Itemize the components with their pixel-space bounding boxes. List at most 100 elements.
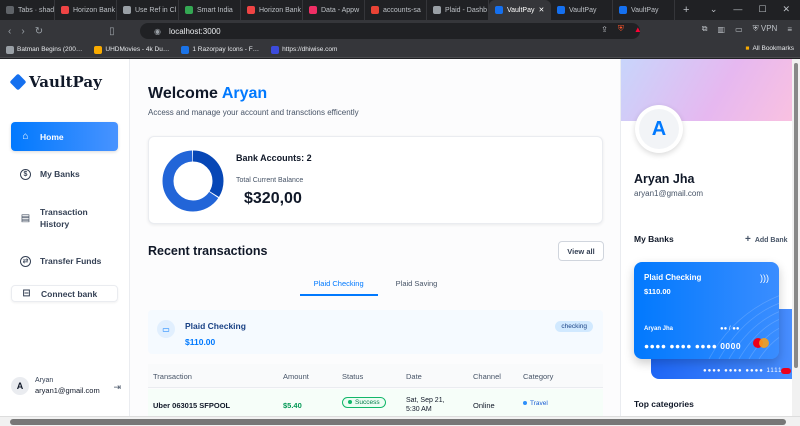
tab-plaid-checking[interactable]: Plaid Checking (299, 275, 378, 296)
vpn-button[interactable]: ⛨ VPN (753, 24, 778, 34)
tab-favicon-icon (557, 6, 565, 14)
sidebar-item-label-2: History (40, 219, 70, 229)
status-badge: Success (342, 397, 386, 408)
tab-title: VaultPay (631, 6, 659, 14)
browser-tab[interactable]: Horizon Bank (55, 0, 117, 20)
transaction-date: Sat, Sep 21, 5:30 AM (406, 396, 445, 414)
receipt-icon: ▤ (20, 212, 31, 224)
brave-shield-icon[interactable]: ⛨ (618, 24, 624, 34)
sidebar-item-transfer-funds[interactable]: ⇄ Transfer Funds (11, 248, 118, 274)
transaction-date-line2: 5:30 AM (406, 406, 432, 413)
transaction-channel: Online (473, 401, 495, 410)
bookmark-favicon-icon (6, 45, 14, 54)
bookmark-label: https://dhiwise.com (282, 46, 338, 53)
sidebar-item-my-banks[interactable]: $ My Banks (11, 161, 118, 187)
bank-card[interactable]: Plaid Checking $110.00 ))) Aryan Jha ●● … (634, 262, 779, 359)
back-icon[interactable]: ‹ (8, 26, 11, 37)
card-number: ●●●● ●●●● ●●●● 1111 (703, 368, 783, 374)
bookmark-item[interactable]: UHDMovies - 4k Du… (88, 45, 175, 54)
tab-title: Plaid - Dashb (445, 6, 488, 14)
bookmark-item[interactable]: Batman Begins (200… (0, 45, 88, 54)
total-balance-value: $320,00 (244, 190, 302, 207)
browser-tab[interactable]: VaultPay ✕ (489, 0, 551, 20)
brand-logo[interactable]: VaultPay (9, 73, 102, 91)
tab-title: Data - Appw (321, 6, 360, 14)
bank-tabs: Plaid Checking Plaid Saving (148, 275, 603, 296)
connect-bank-icon: ⊟ (22, 288, 31, 299)
reload-icon[interactable]: ↻ (35, 26, 43, 37)
maximize-icon[interactable]: ☐ (758, 4, 766, 15)
home-icon: ⌂ (22, 131, 29, 142)
vertical-scrollbar[interactable] (792, 59, 800, 416)
card-bank-name: Plaid Checking (644, 273, 702, 282)
connect-bank-label: Connect bank (41, 288, 98, 299)
table-row[interactable]: Uber 063015 SFPOOL $5.40 Success Sat, Se… (148, 389, 603, 416)
horizontal-scrollbar-thumb[interactable] (10, 419, 786, 425)
tab-title: Smart India (197, 6, 233, 14)
url-input[interactable]: ◉ localhost:3000 (140, 23, 640, 39)
menu-icon[interactable]: ≡ (787, 25, 792, 34)
browser-tab[interactable]: Horizon Bank (241, 0, 303, 20)
top-categories-title: Top categories (634, 399, 694, 409)
profile-name: Aryan Jha (634, 172, 695, 186)
minimize-icon[interactable]: — (733, 4, 742, 15)
connect-bank-button[interactable]: ⊟ Connect bank (11, 285, 118, 302)
card-expiry: ●● / ●● (720, 326, 740, 332)
transaction-name: Uber 063015 SFPOOL (153, 401, 231, 410)
user-name: Aryan (35, 377, 54, 384)
all-bookmarks[interactable]: ■ All Bookmarks (746, 45, 794, 52)
folder-icon: ■ (745, 45, 750, 52)
browser-tab[interactable]: Data - Appw (303, 0, 365, 20)
my-banks-title: My Banks (634, 234, 674, 244)
page-title: Welcome Aryan (148, 85, 267, 103)
site-info-icon[interactable]: ◉ (154, 27, 161, 36)
browser-tab[interactable]: VaultPay (613, 0, 675, 20)
column-header: Date (406, 372, 422, 381)
tab-plaid-saving[interactable]: Plaid Saving (382, 275, 452, 296)
add-bank-button[interactable]: + Add Bank (745, 234, 788, 245)
profile-avatar[interactable]: A (635, 105, 683, 153)
bookmark-item[interactable]: 1 Razorpay Icons - F… (175, 45, 265, 54)
transaction-amount: $5.40 (283, 401, 302, 410)
bookmark-label: 1 Razorpay Icons - F… (192, 46, 260, 53)
sidebar-item-transaction-history[interactable]: ▤ Transaction History (11, 202, 118, 234)
share-icon[interactable]: ⇪ (601, 25, 608, 34)
sidebar-item-home[interactable]: ⌂ Home (11, 122, 118, 151)
sidebar-item-label: Transaction (40, 207, 88, 217)
tab-favicon-icon (433, 6, 441, 14)
all-bookmarks-label: All Bookmarks (752, 45, 794, 52)
browser-tab[interactable]: accounts-sa (365, 0, 427, 20)
new-tab-button[interactable]: + (683, 4, 689, 16)
avatar[interactable]: A (11, 377, 29, 395)
browser-tab[interactable]: Tabs · shadc (0, 0, 55, 20)
forward-icon[interactable]: › (21, 26, 24, 37)
mastercard-icon (753, 338, 769, 348)
extensions-icon[interactable]: ⧉ (702, 24, 708, 34)
close-tab-icon[interactable]: ✕ (539, 6, 545, 14)
bookmark-label: Batman Begins (200… (17, 46, 83, 53)
brave-rewards-icon[interactable]: ▲ (634, 25, 642, 34)
wallet-icon[interactable]: ▭ (735, 25, 743, 34)
vertical-scrollbar-thumb[interactable] (794, 63, 798, 368)
bookmark-icon[interactable]: ▯ (109, 26, 115, 37)
profile-avatar-letter: A (639, 109, 679, 149)
browser-tab[interactable]: Smart India (179, 0, 241, 20)
browser-tab[interactable]: Plaid - Dashb (427, 0, 489, 20)
logout-icon[interactable]: ⇥ (113, 382, 121, 393)
horizontal-scrollbar[interactable] (0, 416, 800, 426)
url-text: localhost:3000 (168, 26, 221, 36)
tab-favicon-icon (6, 6, 14, 14)
view-all-button[interactable]: View all (558, 241, 604, 261)
browser-tab[interactable]: VaultPay (551, 0, 613, 20)
sidebar-toggle-icon[interactable]: ▥ (718, 25, 726, 34)
tab-favicon-icon (185, 6, 193, 14)
add-bank-label: Add Bank (754, 237, 788, 244)
page-subtitle: Access and manage your account and trans… (148, 108, 359, 117)
tab-favicon-icon (61, 6, 69, 14)
close-icon[interactable]: ✕ (782, 4, 790, 15)
chevron-down-icon[interactable]: ⌄ (710, 4, 718, 15)
browser-tab[interactable]: Use Ref in Cl (117, 0, 179, 20)
mastercard-icon (781, 368, 791, 374)
sidebar-item-label: Home (40, 131, 64, 142)
bookmark-item[interactable]: https://dhiwise.com (265, 45, 343, 54)
